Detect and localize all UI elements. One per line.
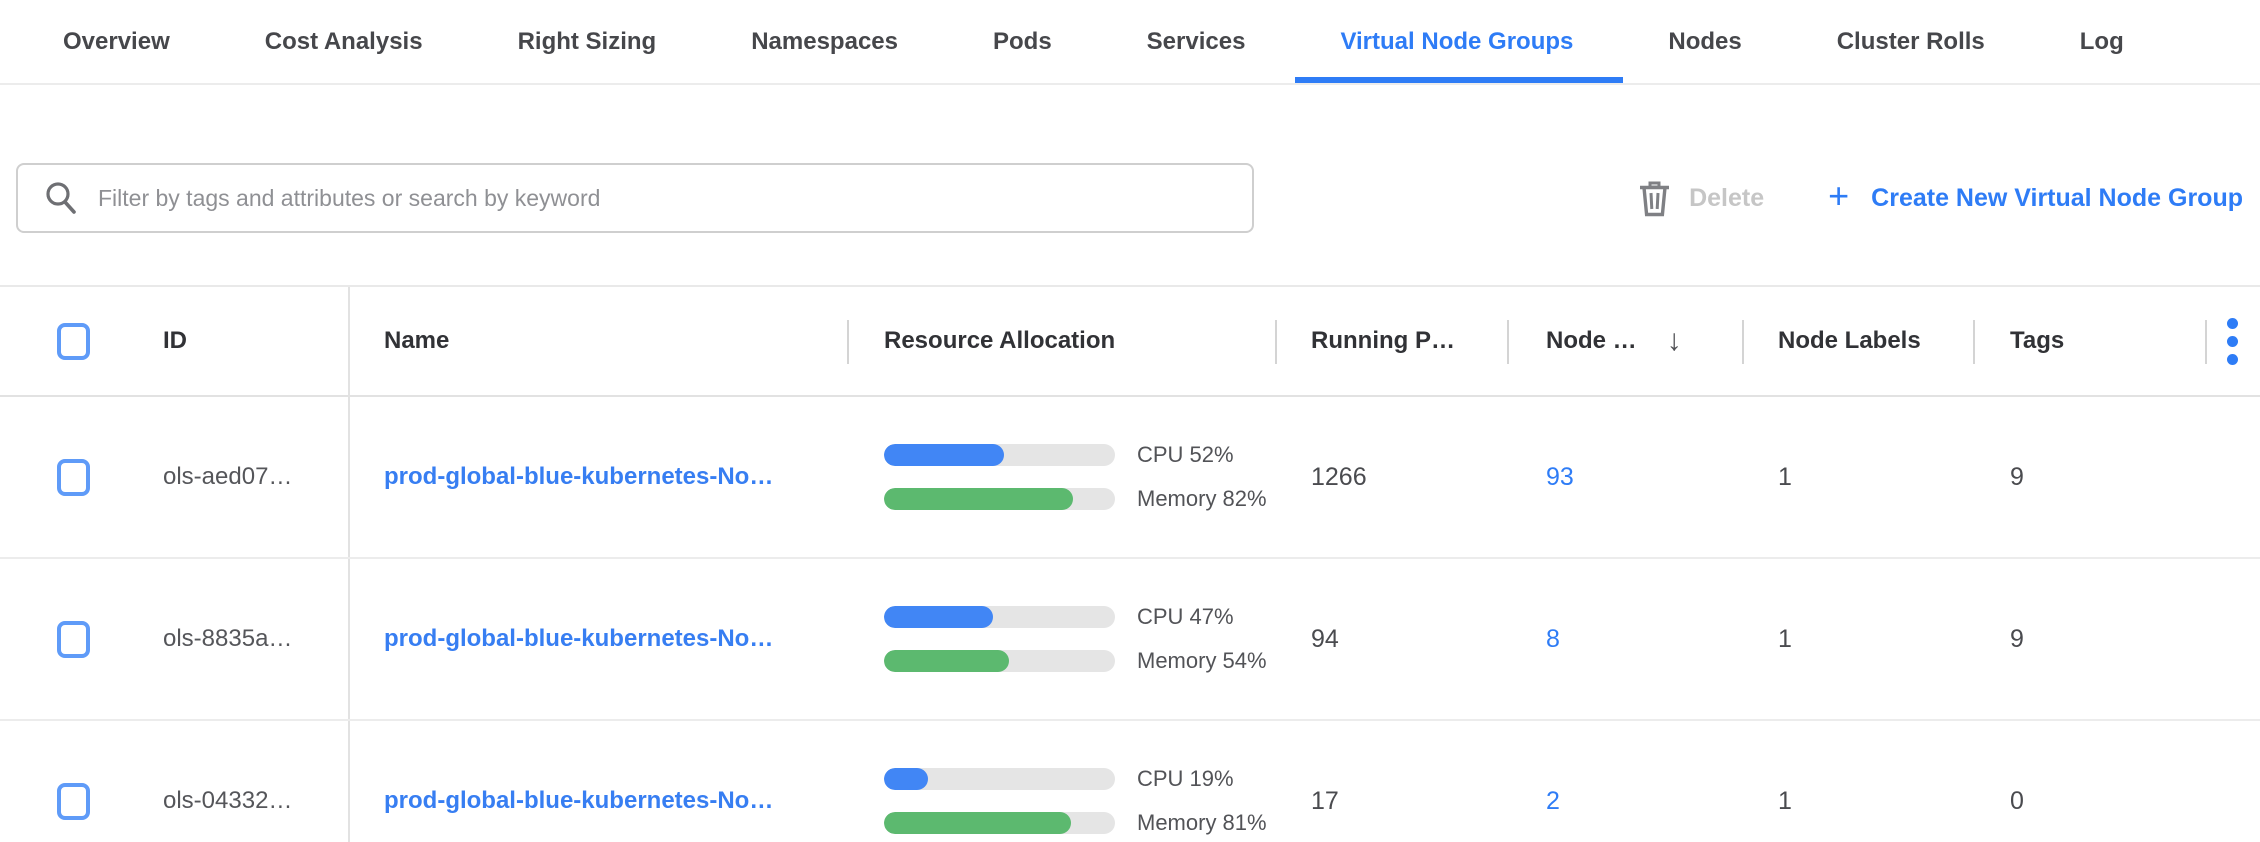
column-header-node-labels[interactable]: Node Labels (1742, 287, 1973, 395)
filter-search-input[interactable] (98, 165, 1252, 231)
node-labels-value: 1 (1778, 625, 1792, 654)
tab-label: Log (2080, 28, 2124, 56)
tab-bar: Overview Cost Analysis Right Sizing Namespa… (0, 0, 2260, 85)
column-header-id[interactable]: ID (140, 287, 348, 395)
cpu-usage-bar (884, 606, 1115, 628)
table-row: ols-aed07… prod-global-blue-kubernetes-N… (0, 397, 2260, 559)
tab-label: Right Sizing (518, 28, 657, 56)
delete-button-label: Delete (1689, 184, 1764, 213)
running-pods-value: 94 (1311, 625, 1339, 654)
create-button-label: Create New Virtual Node Group (1871, 184, 2243, 213)
row-id: ols-aed07… (163, 463, 292, 491)
tags-value: 9 (2010, 463, 2024, 492)
resource-allocation: CPU 47% Memory 54% (884, 604, 1267, 674)
row-select-checkbox[interactable] (57, 621, 90, 658)
running-pods-value: 1266 (1311, 463, 1367, 492)
cpu-usage-bar (884, 444, 1115, 466)
tab-label: Cluster Rolls (1837, 28, 1985, 56)
memory-usage-bar (884, 812, 1115, 834)
table-row: ols-04332… prod-global-blue-kubernetes-N… (0, 721, 2260, 842)
tab-label: Cost Analysis (265, 28, 423, 56)
toolbar: Delete + Create New Virtual Node Group (16, 163, 2243, 233)
tab-virtual-node-groups[interactable]: Virtual Node Groups (1340, 0, 1573, 83)
node-labels-value: 1 (1778, 463, 1792, 492)
tab-label: Services (1147, 28, 1246, 56)
tab-label: Overview (63, 28, 170, 56)
table-header-row: ID Name Resource Allocation Running P… N… (0, 287, 2260, 397)
column-header-name[interactable]: Name (348, 287, 847, 395)
column-header-nodes-label: Node … (1546, 327, 1637, 355)
cpu-usage-label: CPU 47% (1137, 604, 1234, 630)
delete-button[interactable]: Delete (1638, 179, 1764, 217)
tab-pods[interactable]: Pods (993, 0, 1052, 83)
tab-cost-analysis[interactable]: Cost Analysis (265, 0, 423, 83)
sort-descending-icon[interactable]: ↓ (1667, 324, 1682, 358)
tags-value: 0 (2010, 787, 2024, 816)
tab-log[interactable]: Log (2080, 0, 2124, 83)
memory-usage-label: Memory 82% (1137, 486, 1267, 512)
select-all-checkbox[interactable] (57, 323, 90, 360)
tab-overview[interactable]: Overview (63, 0, 170, 83)
running-pods-value: 17 (1311, 787, 1339, 816)
column-header-running-pods[interactable]: Running P… (1275, 287, 1507, 395)
nodes-count-link[interactable]: 2 (1546, 787, 1560, 816)
cpu-usage-bar (884, 768, 1115, 790)
tab-services[interactable]: Services (1147, 0, 1246, 83)
row-id: ols-8835a… (163, 625, 292, 653)
tab-label: Nodes (1668, 28, 1741, 56)
tab-cluster-rolls[interactable]: Cluster Rolls (1837, 0, 1985, 83)
plus-icon: + (1828, 178, 1849, 218)
search-icon (44, 181, 78, 215)
row-select-checkbox[interactable] (57, 459, 90, 496)
column-header-resource-allocation[interactable]: Resource Allocation (847, 287, 1275, 395)
cpu-usage-label: CPU 19% (1137, 766, 1234, 792)
tab-label: Namespaces (751, 28, 898, 56)
tab-right-sizing[interactable]: Right Sizing (518, 0, 657, 83)
virtual-node-groups-page: Overview Cost Analysis Right Sizing Namespa… (0, 0, 2260, 842)
table-row: ols-8835a… prod-global-blue-kubernetes-N… (0, 559, 2260, 721)
nodes-count-link[interactable]: 8 (1546, 625, 1560, 654)
table-body: ols-aed07… prod-global-blue-kubernetes-N… (0, 397, 2260, 842)
memory-usage-label: Memory 54% (1137, 648, 1267, 674)
tab-namespaces[interactable]: Namespaces (751, 0, 898, 83)
cpu-usage-label: CPU 52% (1137, 442, 1234, 468)
memory-usage-bar (884, 650, 1115, 672)
row-id: ols-04332… (163, 787, 292, 815)
column-header-tags[interactable]: Tags (1973, 287, 2205, 395)
filter-search-box[interactable] (16, 163, 1254, 233)
row-select-checkbox[interactable] (57, 783, 90, 820)
row-name-link[interactable]: prod-global-blue-kubernetes-No… (384, 625, 773, 653)
kebab-menu-icon[interactable] (2227, 318, 2238, 365)
tags-value: 9 (2010, 625, 2024, 654)
nodes-count-link[interactable]: 93 (1546, 463, 1574, 492)
node-labels-value: 1 (1778, 787, 1792, 816)
toolbar-actions: Delete + Create New Virtual Node Group (1638, 178, 2243, 218)
column-header-nodes[interactable]: Node … ↓ (1507, 287, 1742, 395)
row-name-link[interactable]: prod-global-blue-kubernetes-No… (384, 463, 773, 491)
trash-icon (1638, 179, 1671, 217)
column-settings-cell (2205, 287, 2260, 395)
tab-label: Pods (993, 28, 1052, 56)
memory-usage-bar (884, 488, 1115, 510)
resource-allocation: CPU 52% Memory 82% (884, 442, 1267, 512)
tab-label: Virtual Node Groups (1340, 28, 1573, 56)
resource-allocation: CPU 19% Memory 81% (884, 766, 1267, 836)
row-name-link[interactable]: prod-global-blue-kubernetes-No… (384, 787, 773, 815)
memory-usage-label: Memory 81% (1137, 810, 1267, 836)
create-virtual-node-group-button[interactable]: + Create New Virtual Node Group (1828, 178, 2243, 218)
virtual-node-groups-table: ID Name Resource Allocation Running P… N… (0, 285, 2260, 842)
tab-nodes[interactable]: Nodes (1668, 0, 1741, 83)
